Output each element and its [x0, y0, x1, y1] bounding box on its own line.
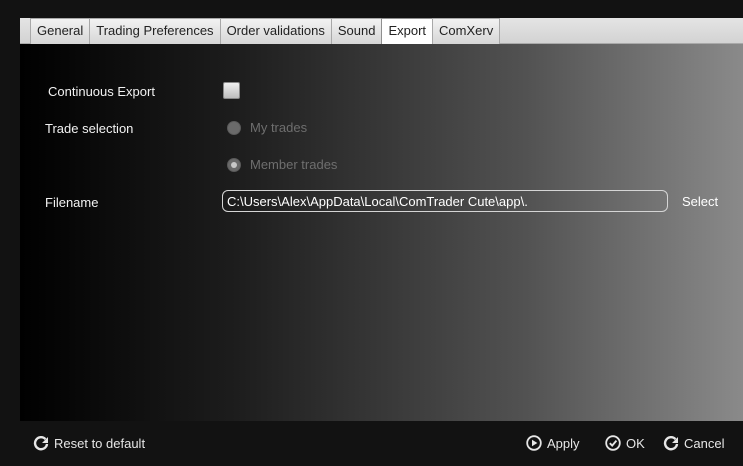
tab-trading-preferences[interactable]: Trading Preferences: [89, 18, 221, 44]
preferences-window: General Trading Preferences Order valida…: [0, 0, 743, 466]
play-circle-icon: [526, 435, 542, 451]
footer-bar: Reset to default Apply OK Cancel: [20, 421, 743, 466]
check-circle-icon: [605, 435, 621, 451]
reset-label: Reset to default: [54, 435, 146, 451]
filename-label: Filename: [45, 195, 99, 210]
my-trades-label: My trades: [250, 120, 308, 135]
export-panel: Continuous Export Trade selection My tra…: [20, 44, 743, 421]
tab-general[interactable]: General: [30, 18, 91, 44]
member-trades-option[interactable]: Member trades: [227, 157, 337, 172]
apply-button[interactable]: Apply: [526, 435, 580, 451]
continuous-export-label: Continuous Export: [48, 84, 155, 99]
cancel-button[interactable]: Cancel: [663, 435, 724, 451]
tab-export[interactable]: Export: [381, 18, 434, 45]
apply-label: Apply: [547, 435, 580, 451]
refresh-icon: [663, 435, 679, 451]
tab-order-validations[interactable]: Order validations: [219, 18, 332, 44]
filename-input[interactable]: [222, 190, 668, 212]
tab-bar: General Trading Preferences Order valida…: [20, 18, 743, 45]
my-trades-option[interactable]: My trades: [227, 120, 307, 135]
tabs: General Trading Preferences Order valida…: [30, 18, 501, 45]
cancel-label: Cancel: [684, 435, 725, 451]
select-file-button[interactable]: Select: [682, 194, 718, 209]
tab-comxerv[interactable]: ComXerv: [432, 18, 501, 44]
continuous-export-checkbox[interactable]: [223, 82, 240, 99]
member-trades-label: Member trades: [250, 157, 338, 172]
ok-label: OK: [626, 435, 645, 451]
reset-to-default-button[interactable]: Reset to default: [33, 435, 145, 451]
trade-selection-label: Trade selection: [45, 121, 134, 136]
tab-sound[interactable]: Sound: [330, 18, 383, 44]
refresh-icon: [33, 435, 49, 451]
my-trades-radio[interactable]: [227, 120, 241, 135]
ok-button[interactable]: OK: [605, 435, 645, 451]
member-trades-radio[interactable]: [227, 157, 241, 172]
